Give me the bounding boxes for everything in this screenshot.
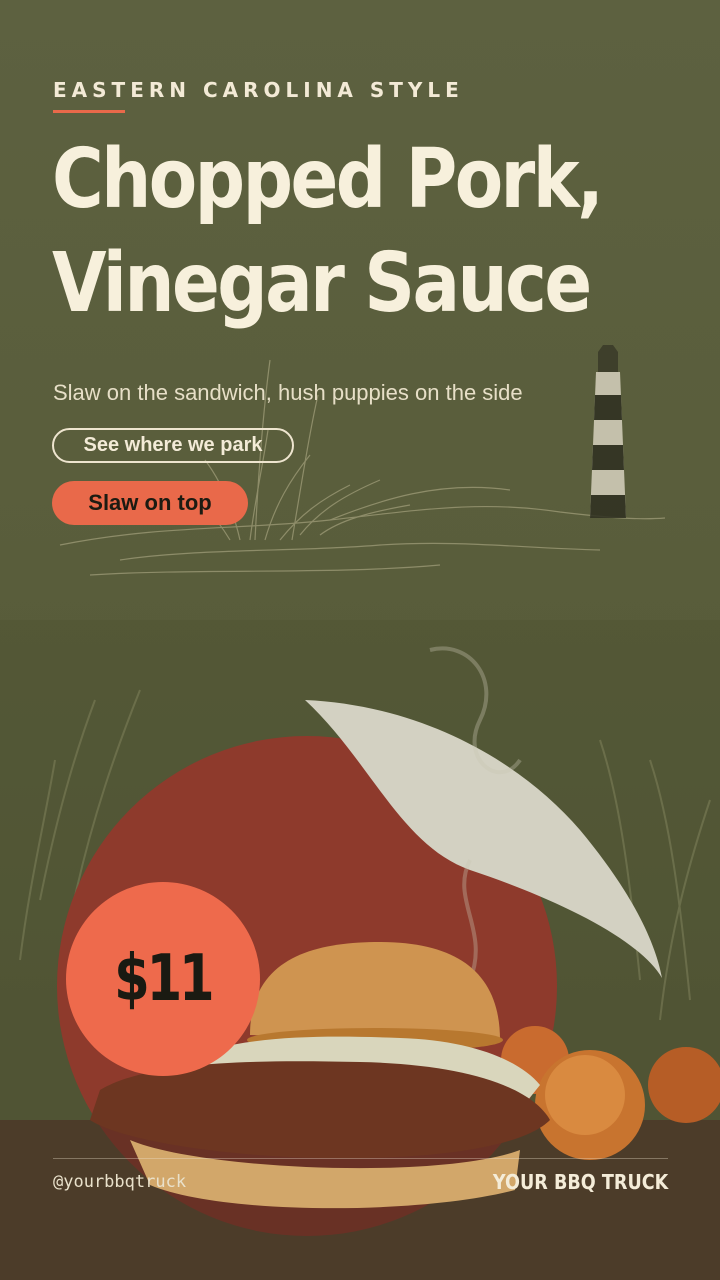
slaw-on-top-button[interactable]: Slaw on top [52, 481, 248, 525]
headline-line-2: Vinegar Sauce [52, 236, 592, 331]
social-handle: @yourbbqtruck [53, 1172, 187, 1192]
eyebrow-underline [53, 110, 125, 113]
eyebrow-label: EASTERN CAROLINA STYLE [53, 78, 464, 102]
footer-divider [53, 1158, 668, 1159]
subheadline: Slaw on the sandwich, hush puppies on th… [53, 380, 523, 405]
headline: Chopped Pork, Vinegar Sauce [52, 128, 604, 336]
price-badge: $11 [66, 882, 260, 1076]
price-value: $11 [114, 942, 214, 1016]
headline-line-1: Chopped Pork, [52, 132, 604, 227]
promo-card: EASTERN CAROLINA STYLE Chopped Pork, Vin… [0, 0, 720, 1280]
brand-name: YOUR BBQ TRUCK [492, 1170, 668, 1194]
lighthouse-illustration [590, 345, 626, 518]
see-where-we-park-button[interactable]: See where we park [52, 428, 294, 463]
